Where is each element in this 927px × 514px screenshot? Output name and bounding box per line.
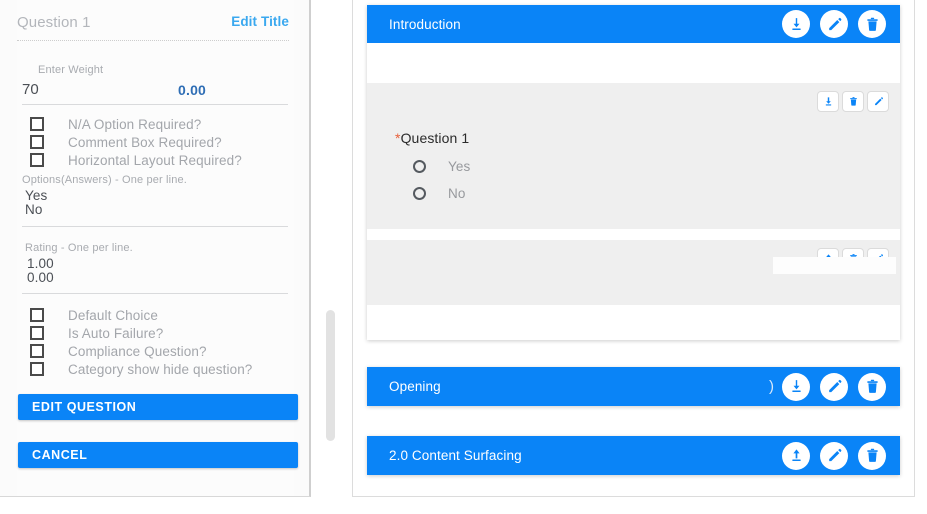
question-editor-panel: Question 1 Edit Title Enter Weight 70 0.…: [0, 0, 311, 497]
rating-field-label: Rating - One per line.: [25, 242, 133, 254]
options-field-label: Options(Answers) - One per line.: [22, 174, 187, 186]
weight-field-label: Enter Weight: [38, 64, 104, 76]
rating-line-1[interactable]: 1.00: [27, 256, 54, 271]
inline-input-stub[interactable]: [773, 257, 896, 274]
checkbox-label: Horizontal Layout Required?: [68, 152, 242, 168]
radio-label: Yes: [448, 159, 471, 174]
section-header-introduction[interactable]: Introduction: [367, 5, 900, 43]
edit-title-link[interactable]: Edit Title: [231, 14, 289, 29]
checkbox-label: Comment Box Required?: [68, 134, 222, 150]
section-header-opening[interactable]: Opening ): [367, 367, 900, 406]
options-line-1[interactable]: Yes: [25, 188, 47, 203]
delete-icon[interactable]: [858, 372, 886, 401]
rating-line-2[interactable]: 0.00: [27, 270, 54, 285]
radio-label: No: [448, 186, 466, 201]
section-spacer-band: [367, 43, 900, 83]
section-card-introduction: Introduction *Question 1 Yes No: [367, 5, 900, 340]
stray-glyph: ): [769, 378, 774, 395]
section-title: 2.0 Content Surfacing: [389, 448, 522, 463]
checkbox-row-auto-failure[interactable]: Is Auto Failure?: [30, 324, 163, 342]
radio-option-no[interactable]: No: [413, 186, 465, 201]
edit-icon[interactable]: [820, 441, 848, 470]
radio-icon[interactable]: [413, 187, 426, 200]
download-icon[interactable]: [782, 372, 810, 401]
checkbox-label: N/A Option Required?: [68, 116, 202, 132]
radio-option-yes[interactable]: Yes: [413, 159, 470, 174]
form-preview-panel: Introduction *Question 1 Yes No Opening …: [352, 0, 915, 497]
page-title: Question 1: [17, 14, 91, 31]
edit-icon[interactable]: [820, 10, 848, 38]
checkbox-label: Category show hide question?: [68, 361, 253, 377]
card-footer-band: [367, 305, 900, 340]
checkbox-row-compliance[interactable]: Compliance Question?: [30, 342, 207, 360]
checkbox-icon[interactable]: [30, 117, 44, 131]
editor-scrollbar-thumb[interactable]: [326, 310, 335, 441]
question-block: *Question 1 Yes No: [367, 83, 900, 229]
editor-header: Question 1 Edit Title: [17, 14, 289, 41]
calculated-weight-value: 0.00: [178, 82, 207, 98]
checkbox-icon[interactable]: [30, 344, 44, 358]
radio-icon[interactable]: [413, 160, 426, 173]
weight-input-value[interactable]: 70: [22, 81, 39, 98]
divider: [22, 104, 288, 105]
checkbox-row-horizontal-layout[interactable]: Horizontal Layout Required?: [30, 151, 242, 169]
checkbox-icon[interactable]: [30, 135, 44, 149]
checkbox-label: Default Choice: [68, 307, 158, 323]
checkbox-row-category-show-hide[interactable]: Category show hide question?: [30, 360, 252, 378]
edit-icon[interactable]: [820, 372, 848, 401]
question-text: *Question 1: [395, 130, 469, 146]
delete-icon[interactable]: [858, 10, 886, 38]
edit-icon[interactable]: [867, 91, 889, 112]
edit-question-button[interactable]: EDIT QUESTION: [18, 394, 298, 420]
question-label: Question 1: [400, 130, 470, 146]
section-title: Introduction: [389, 16, 461, 32]
delete-icon[interactable]: [842, 91, 864, 112]
checkbox-row-default-choice[interactable]: Default Choice: [30, 306, 158, 324]
checkbox-row-na-option[interactable]: N/A Option Required?: [30, 115, 201, 133]
checkbox-label: Is Auto Failure?: [68, 325, 164, 341]
question-row-toolbar: [817, 91, 889, 112]
section-header-content-surfacing[interactable]: 2.0 Content Surfacing: [367, 436, 900, 475]
checkbox-icon[interactable]: [30, 153, 44, 167]
divider: [22, 226, 288, 227]
section-actions: [782, 10, 886, 38]
checkbox-icon[interactable]: [30, 308, 44, 322]
checkbox-icon[interactable]: [30, 326, 44, 340]
divider: [22, 293, 288, 294]
section-title: Opening: [389, 379, 441, 394]
section-actions: [782, 372, 886, 401]
download-icon[interactable]: [782, 10, 810, 38]
options-line-2[interactable]: No: [25, 202, 42, 217]
delete-icon[interactable]: [858, 441, 886, 470]
checkbox-row-comment-box[interactable]: Comment Box Required?: [30, 133, 222, 151]
band-separator: [367, 229, 900, 240]
section-actions: [782, 441, 886, 470]
checkbox-icon[interactable]: [30, 362, 44, 376]
upload-icon[interactable]: [782, 441, 810, 470]
cancel-button[interactable]: CANCEL: [18, 442, 298, 468]
checkbox-label: Compliance Question?: [68, 343, 207, 359]
download-icon[interactable]: [817, 91, 839, 112]
